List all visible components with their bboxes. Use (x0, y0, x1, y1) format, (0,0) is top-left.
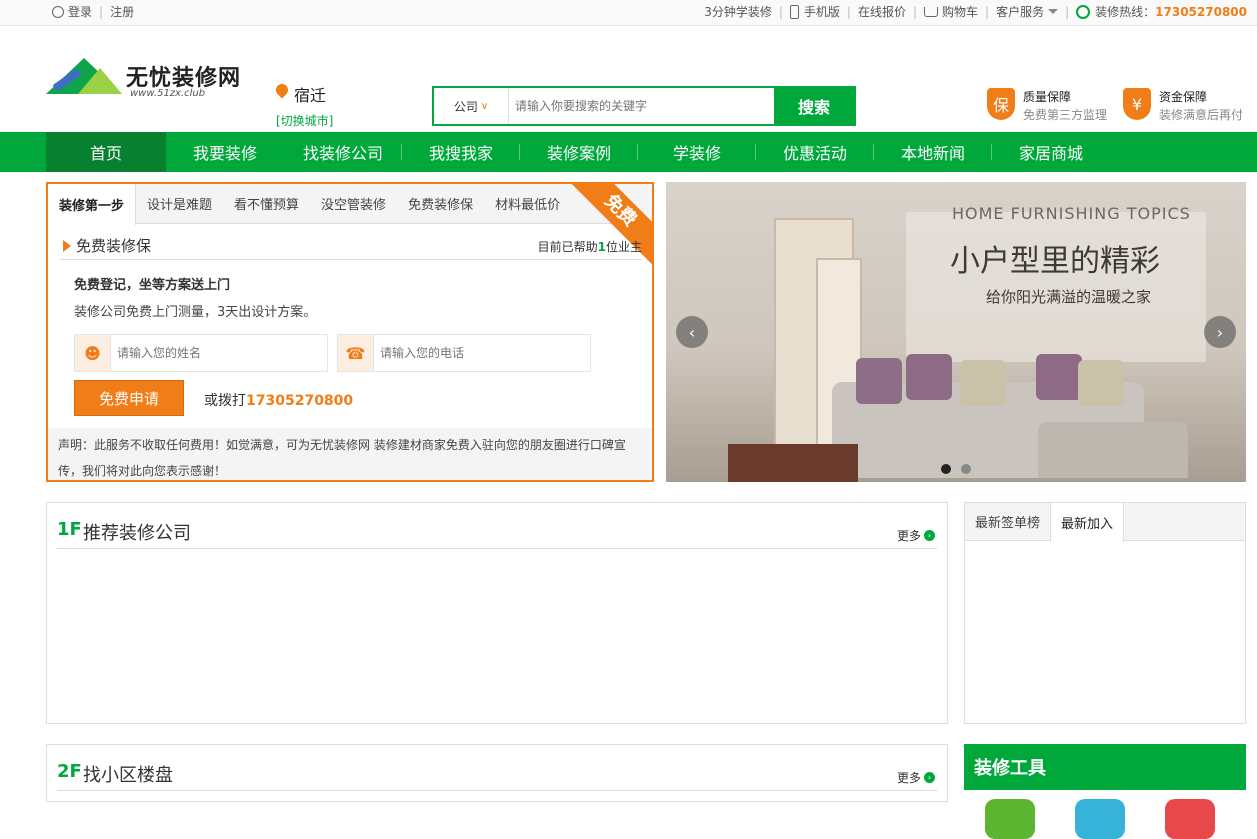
floor-number: 1F (57, 519, 82, 540)
tab-lowest-price[interactable]: 材料最低价 (484, 184, 571, 223)
nav-item-learn[interactable]: 学装修 (638, 132, 756, 172)
tab-free-guarantee[interactable]: 免费装修保 (397, 184, 484, 223)
tab-latest-contracts[interactable]: 最新签单榜 (965, 503, 1050, 540)
hotline-number: 17305270800 (1155, 4, 1247, 19)
wallpaper-icon[interactable] (1165, 799, 1215, 839)
customer-service-menu[interactable]: 客户服务 (996, 3, 1044, 20)
search-bar: 公司 ∨ 搜索 (432, 86, 856, 126)
top-bar: 登录 | 注册 3分钟学装修 | 手机版 | 在线报价 | 购物车 | 客户服务… (0, 0, 1257, 26)
hotline-label: 装修热线： (1095, 5, 1156, 19)
person-icon: ☻ (75, 335, 111, 371)
nav-item-mall[interactable]: 家居商城 (992, 132, 1110, 172)
main-nav: 首页 我要装修 找装修公司 我搜我家 装修案例 学装修 优惠活动 本地新闻 家居… (0, 132, 1257, 172)
header: 无忧装修网 www.51zx.club 宿迁 [切换城市] 公司 ∨ 搜索 保 … (0, 26, 1257, 131)
name-input[interactable] (111, 335, 327, 371)
search-button[interactable]: 搜索 (774, 88, 854, 124)
carousel-dot[interactable] (961, 464, 971, 474)
fund-guarantee: ¥ 资金保障 装修满意后再付 (1123, 88, 1243, 123)
triangle-right-icon (63, 240, 71, 252)
more-link[interactable]: 更多 › (897, 769, 935, 786)
telephone-icon: ☎ (338, 335, 374, 371)
carousel-prev-button[interactable]: ‹ (676, 316, 708, 348)
tab-first-step[interactable]: 装修第一步 (48, 184, 137, 225)
tab-design[interactable]: 设计是难题 (136, 184, 223, 223)
switch-city-link[interactable]: [切换城市] (276, 112, 333, 129)
paint-bucket-icon[interactable] (985, 799, 1035, 839)
search-input[interactable] (509, 88, 774, 124)
hero-banner[interactable]: HOME FURNISHING TOPICS 小户型里的精彩 给你阳光满溢的温暖… (666, 182, 1246, 482)
logo-url: www.51zx.club (130, 88, 206, 99)
register-link[interactable]: 注册 (110, 3, 134, 20)
tools-title: 装修工具 (964, 744, 1246, 790)
location-pin-icon (273, 81, 291, 99)
user-icon (52, 5, 64, 18)
quality-guarantee: 保 质量保障 免费第三方监理 (987, 88, 1107, 123)
coffee-table-image (728, 444, 858, 482)
cart-icon (924, 6, 938, 17)
free-apply-button[interactable]: 免费申请 (74, 380, 184, 416)
chevron-down-icon (1048, 9, 1059, 14)
decoration-tools: 装修工具 (964, 744, 1246, 839)
banner-cn-title: 小户型里的精彩 (950, 244, 1160, 279)
online-quote-link[interactable]: 在线报价 (858, 3, 906, 20)
arrow-right-icon: › (924, 772, 935, 783)
section-title: 免费装修保 目前已帮助1位业主 (60, 234, 642, 260)
mobile-phone-icon (789, 4, 799, 19)
free-service-panel: 装修第一步 设计是难题 看不懂预算 没空管装修 免费装修保 材料最低价 免费 免… (46, 182, 654, 482)
nav-item-promotions[interactable]: 优惠活动 (756, 132, 874, 172)
phone-input[interactable] (374, 335, 590, 371)
tab-no-time[interactable]: 没空管装修 (310, 184, 397, 223)
learn-3min-link[interactable]: 3分钟学装修 (704, 3, 772, 20)
yuan-shield-icon: ¥ (1123, 88, 1151, 120)
shield-icon: 保 (987, 88, 1015, 120)
nav-item-cases[interactable]: 装修案例 (520, 132, 638, 172)
floor-title: 找小区楼盘 (83, 765, 173, 786)
lead-description: 装修公司免费上门测量，3天出设计方案。 (74, 305, 317, 320)
panel-tabs: 装修第一步 设计是难题 看不懂预算 没空管装修 免费装修保 材料最低价 (48, 184, 652, 225)
disclaimer-notice: 声明：此服务不收取任何费用！如觉满意，可为无忧装修网 装修建材商家免费入驻向您的… (48, 428, 652, 480)
lead-headline: 免费登记，坐等方案送上门 (74, 278, 231, 293)
tab-latest-joined[interactable]: 最新加入 (1050, 503, 1125, 542)
floor-number: 2F (57, 761, 82, 782)
ranking-box: 最新签单榜 最新加入 (964, 502, 1246, 724)
window-icon[interactable] (1075, 799, 1125, 839)
separator: | (99, 4, 104, 19)
banner-subtitle: 给你阳光满溢的温暖之家 (986, 288, 1152, 306)
arrow-right-icon: › (924, 530, 935, 541)
floor-communities: 2F 找小区楼盘 更多 › (46, 744, 948, 802)
or-call-text: 或拨打17305270800 (204, 393, 354, 409)
banner-en-title: HOME FURNISHING TOPICS (952, 204, 1191, 223)
nav-item-news[interactable]: 本地新闻 (874, 132, 992, 172)
nav-item-find-company[interactable]: 找装修公司 (284, 132, 402, 172)
nav-item-home[interactable]: 首页 (46, 132, 166, 172)
helped-count: 目前已帮助1位业主 (537, 240, 642, 254)
mobile-version-link[interactable]: 手机版 (804, 3, 840, 20)
site-logo[interactable]: 无忧装修网 www.51zx.club (46, 56, 256, 126)
name-field: ☻ (74, 334, 328, 372)
hotline-icon (1076, 4, 1091, 19)
chevron-down-icon: ∨ (480, 100, 489, 112)
phone-field: ☎ (337, 334, 591, 372)
cart-link[interactable]: 购物车 (942, 3, 978, 20)
nav-item-decorate[interactable]: 我要装修 (166, 132, 284, 172)
nav-item-my-home[interactable]: 我搜我家 (402, 132, 520, 172)
carousel-dot-active[interactable] (941, 464, 951, 474)
tab-budget[interactable]: 看不懂预算 (223, 184, 310, 223)
floor-recommended-companies: 1F 推荐装修公司 更多 › (46, 502, 948, 724)
carousel-next-button[interactable]: › (1204, 316, 1236, 348)
floor-title: 推荐装修公司 (83, 523, 191, 544)
more-link[interactable]: 更多 › (897, 527, 935, 544)
search-category-select[interactable]: 公司 ∨ (434, 88, 509, 124)
current-city: 宿迁 (294, 86, 327, 105)
login-link[interactable]: 登录 (68, 3, 92, 20)
